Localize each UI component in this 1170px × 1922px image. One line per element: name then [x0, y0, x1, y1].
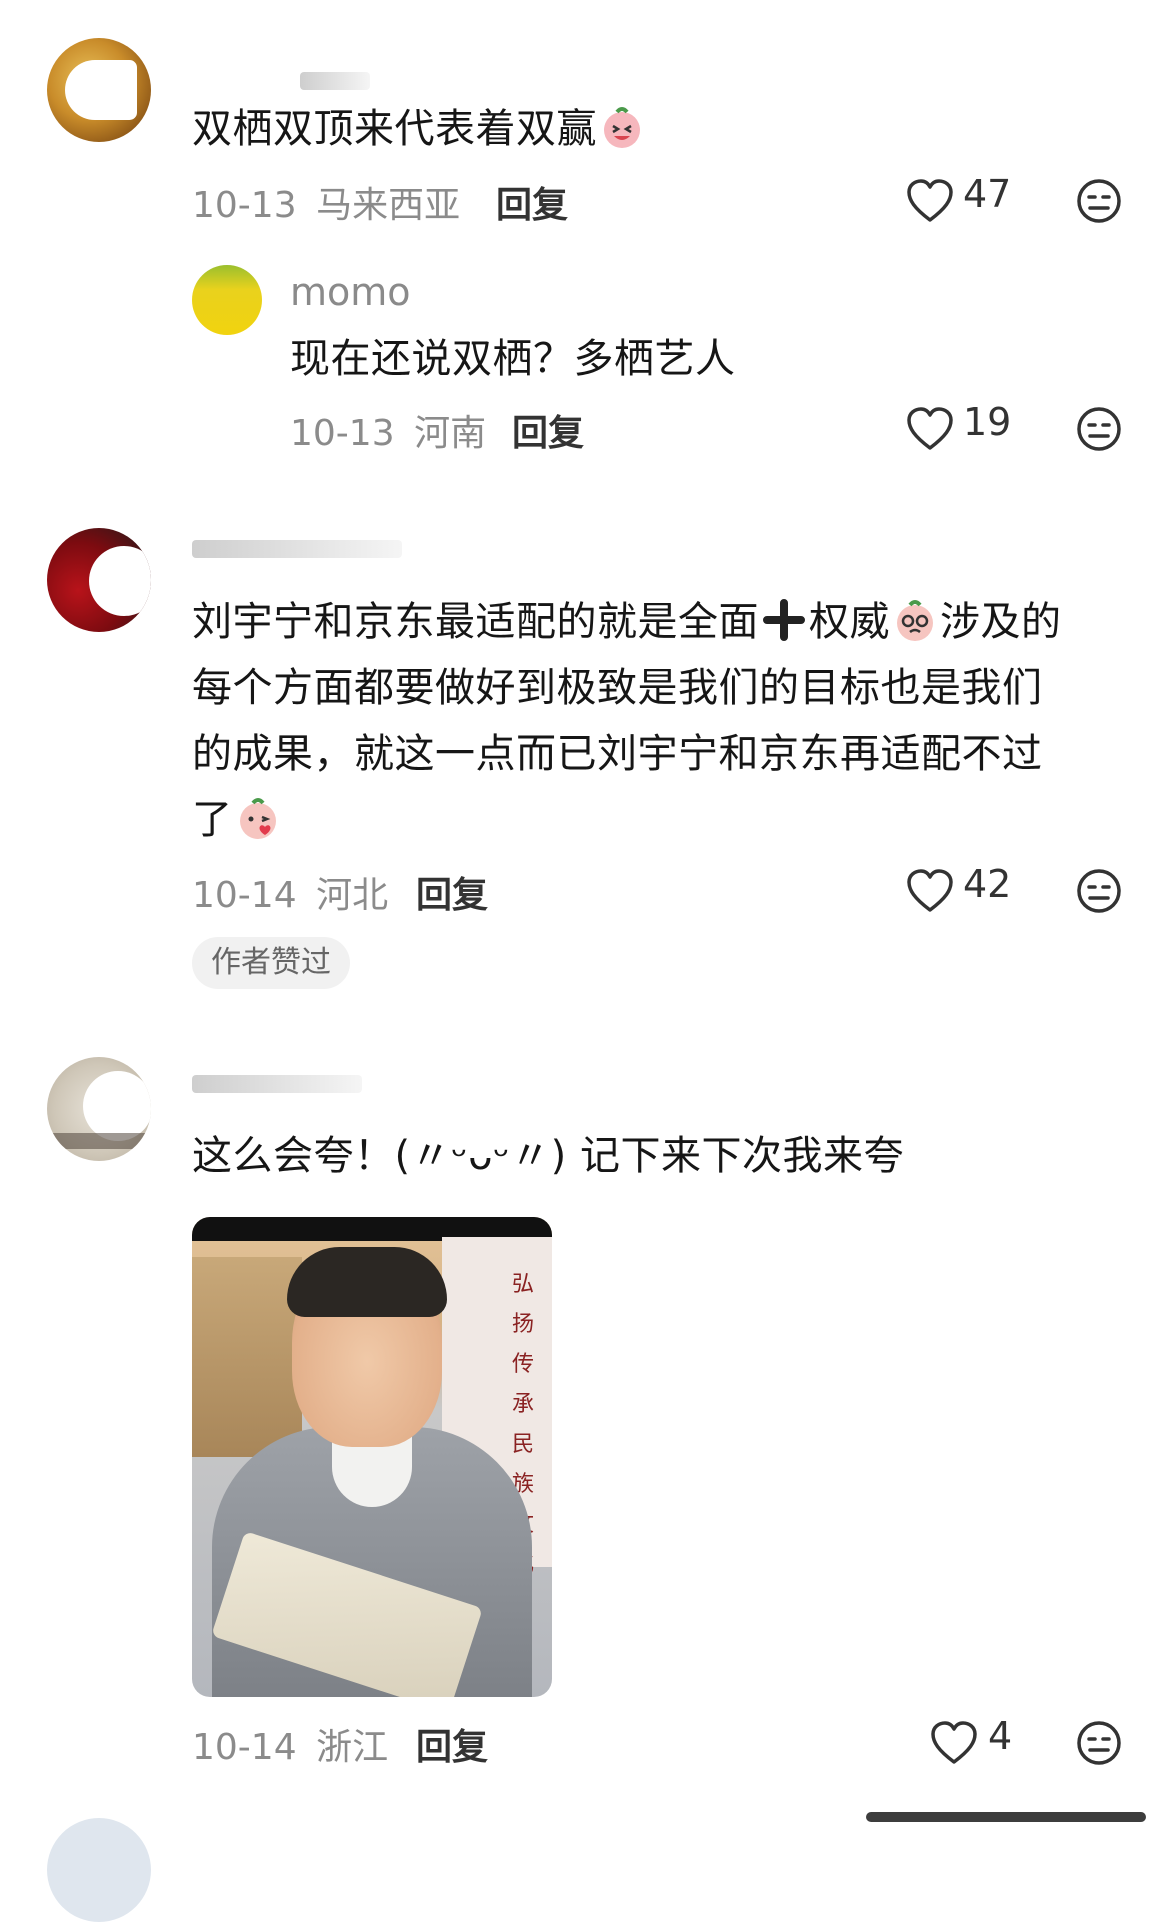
heart-icon[interactable] — [906, 406, 954, 452]
poster-char: 民 — [512, 1432, 535, 1457]
comment-text: 刘宇宁和京东最适配的就是全面 权威 涉及的 每个方面都要做好到极致是我们的目标也… — [192, 589, 1132, 853]
comment-date: 10-13 — [290, 413, 395, 454]
comment-text: 双栖双顶来代表着双赢 — [192, 96, 647, 162]
username[interactable]: momo — [290, 270, 411, 314]
avatar-mask — [89, 546, 151, 616]
comment-date: 10-13 — [192, 185, 297, 226]
thinking-peach-emoji-icon — [897, 600, 933, 641]
image-person-hair — [287, 1247, 447, 1317]
avatar[interactable] — [47, 38, 151, 142]
comment-text-part: 刘宇宁和京东最适配的就是全面 — [192, 599, 759, 645]
heart-icon[interactable] — [930, 1720, 978, 1766]
username-blurred[interactable] — [192, 1075, 362, 1093]
comment-image[interactable]: 弘 扬 传 承 民 族 文 化 — [192, 1217, 552, 1697]
kissing-peach-emoji-icon — [239, 798, 276, 839]
avatar[interactable] — [47, 528, 151, 632]
comment-line: 每个方面都要做好到极致是我们的目标也是我们 — [192, 665, 1043, 711]
comment-line: 了 — [192, 787, 1132, 853]
username-blurred[interactable] — [192, 540, 402, 558]
comment-text-part: 涉及的 — [940, 599, 1062, 645]
avatar-mask — [83, 1071, 151, 1141]
heart-icon[interactable] — [906, 178, 954, 224]
comment-meta: 10-13 马来西亚 — [192, 176, 460, 228]
comment-date: 10-14 — [192, 875, 297, 916]
comment-text-part: 权威 — [809, 599, 890, 645]
poster-char: 扬 — [512, 1312, 535, 1337]
comment-location: 河南 — [414, 413, 487, 454]
comment-location: 马来西亚 — [316, 185, 461, 226]
neutral-face-icon[interactable] — [1076, 406, 1122, 452]
comment-line: 刘宇宁和京东最适配的就是全面 权威 涉及的 — [192, 589, 1132, 655]
avatar[interactable] — [192, 265, 262, 335]
comment-meta: 10-14 河北 — [192, 866, 388, 918]
poster-char: 弘 — [512, 1272, 535, 1297]
comment-text-part: 了 — [192, 797, 233, 843]
author-liked-badge: 作者赞过 — [192, 937, 350, 989]
reply-button[interactable]: 回复 — [416, 1718, 488, 1770]
like-count: 4 — [988, 1714, 1013, 1758]
username-blurred[interactable] — [300, 72, 370, 90]
comment-text: 这么会夸！(〃ᵕᴗᵕ〃) 记下来下次我来夸 — [192, 1133, 904, 1179]
image-shelf — [192, 1257, 302, 1457]
poster-char: 传 — [512, 1352, 535, 1377]
comment-location: 浙江 — [316, 1727, 389, 1768]
avatar[interactable] — [47, 1818, 151, 1922]
neutral-face-icon[interactable] — [1076, 178, 1122, 224]
like-count: 19 — [963, 400, 1012, 444]
poster-char: 承 — [512, 1392, 535, 1417]
reply-button[interactable]: 回复 — [496, 176, 568, 228]
avatar-caption-strip — [47, 1133, 151, 1149]
comment-location: 河北 — [316, 875, 389, 916]
like-count: 42 — [963, 862, 1012, 906]
reply-button[interactable]: 回复 — [512, 404, 584, 456]
comment-text-content: 双栖双顶来代表着双赢 — [192, 106, 597, 152]
comment-meta: 10-13 河南 — [290, 404, 486, 456]
comment-line: 的成果，就这一点而已刘宇宁和京东再适配不过 — [192, 731, 1043, 777]
comment-meta: 10-14 浙江 — [192, 1718, 388, 1770]
like-count: 47 — [963, 172, 1012, 216]
comment-text: 现在还说双栖？多栖艺人 — [290, 336, 736, 382]
neutral-face-icon[interactable] — [1076, 1720, 1122, 1766]
laughing-peach-emoji-icon — [604, 107, 640, 148]
home-indicator — [866, 1812, 1146, 1822]
plus-icon — [763, 599, 805, 641]
comment-date: 10-14 — [192, 1727, 297, 1768]
heart-icon[interactable] — [906, 868, 954, 914]
neutral-face-icon[interactable] — [1076, 868, 1122, 914]
avatar-mask — [65, 60, 137, 120]
avatar[interactable] — [47, 1057, 151, 1161]
reply-button[interactable]: 回复 — [416, 866, 488, 918]
